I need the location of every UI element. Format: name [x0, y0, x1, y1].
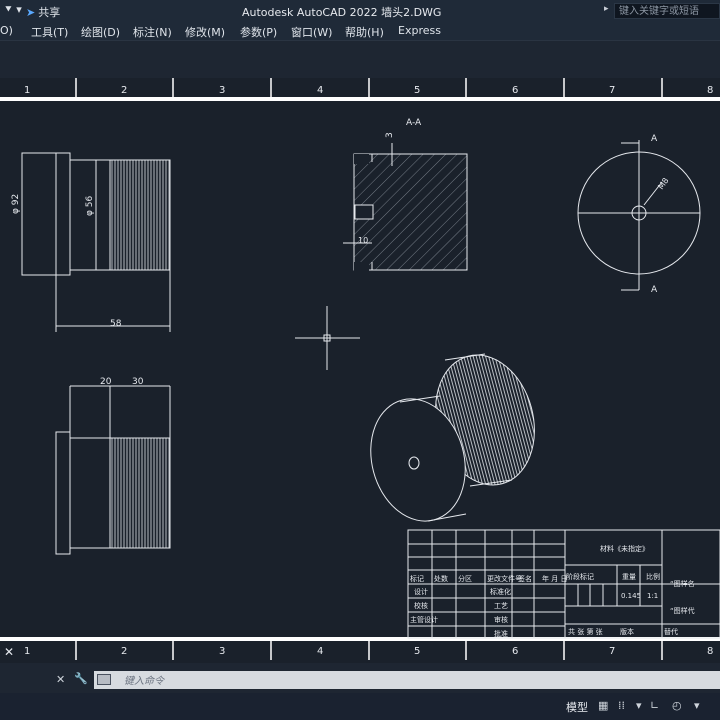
isometric-3d-view — [370, 353, 535, 522]
search-placeholder: 键入关键字或短语 — [619, 6, 699, 17]
command-input[interactable]: 键入命令 — [94, 671, 720, 689]
ruler-label: 6 — [512, 646, 518, 657]
search-expand-icon[interactable]: ▸ — [604, 4, 609, 14]
ortho-icon[interactable]: ∟ — [650, 699, 659, 712]
bottom-ruler: ✕ 1 2 3 4 5 6 7 8 — [0, 637, 720, 660]
ruler-label: 7 — [609, 85, 615, 96]
tb-stage: 阶段标记 — [566, 572, 594, 581]
ruler-label: 2 — [121, 646, 127, 657]
tb-head-file: 更改文件号 — [487, 574, 522, 583]
tb-version: 版本 — [620, 627, 634, 636]
tb-drawing-code: “图样代 — [670, 606, 695, 615]
ruler-label: 7 — [609, 646, 615, 657]
ruler-label: 5 — [414, 85, 420, 96]
section-view — [343, 143, 468, 272]
menu-modify[interactable]: 修改(M) — [185, 24, 225, 40]
ribbon-area — [0, 40, 720, 79]
menu-help[interactable]: 帮助(H) — [345, 24, 384, 40]
model-tab[interactable]: 模型 — [566, 699, 588, 715]
tb-material: 材料《未指定》 — [600, 544, 649, 553]
tb-std: 标准化 — [490, 587, 511, 596]
drawing-canvas[interactable]: 1 2 3 4 5 6 7 8 ✕ 1 2 3 4 5 6 7 8 φ 92 φ… — [0, 78, 720, 663]
menu-draw[interactable]: 绘图(D) — [81, 24, 120, 40]
tb-audit: 审核 — [494, 615, 508, 624]
menu-express[interactable]: Express — [398, 24, 441, 37]
tb-scale: 比例 — [646, 572, 660, 581]
dim-length-20: 20 — [100, 377, 112, 387]
dim-length-30: 30 — [132, 377, 144, 387]
menu-tools[interactable]: 工具(T) — [31, 24, 68, 40]
tb-process: 工艺 — [494, 602, 508, 610]
menu-item[interactable]: O) — [0, 24, 13, 37]
polar-icon[interactable]: ◴ — [672, 699, 682, 712]
command-placeholder: 键入命令 — [124, 676, 164, 687]
dim-diameter-92: φ 92 — [11, 194, 21, 214]
ruler-label: 8 — [707, 646, 713, 657]
dim-section-10: 10 — [358, 236, 368, 245]
front-view-part — [21, 152, 171, 332]
close-icon[interactable]: ✕ — [56, 673, 65, 686]
dim-section-3: 3 — [385, 132, 395, 138]
tb-head-zone: 分区 — [458, 574, 472, 583]
dropdown-icon[interactable]: ▾ — [636, 699, 642, 712]
search-input[interactable]: 键入关键字或短语 — [614, 3, 720, 19]
tb-row-check: 校核 — [414, 601, 428, 610]
command-line: ✕ 🔧 键入命令 — [0, 663, 720, 693]
status-bar: 模型 ▦ ⁞⁞ ▾ ∟ ◴ ▾ — [0, 693, 720, 720]
dim-diameter-56: φ 56 — [85, 195, 95, 216]
wrench-icon[interactable]: 🔧 — [74, 672, 88, 685]
title-bar: ⯆ ▾ ➤ 共享 Autodesk AutoCAD 2022 墙头2.DWG ▸ … — [0, 0, 720, 22]
tb-head-date: 年 月 日 — [542, 574, 567, 583]
tb-drawing-name: “图样名 — [670, 579, 695, 588]
end-view-circle — [577, 140, 701, 291]
tb-weight: 重量 — [622, 573, 636, 581]
ruler-label: 6 — [512, 85, 518, 96]
menu-icon[interactable]: ⯆ ▾ — [4, 3, 22, 17]
dim-thread-m8: M8 — [656, 176, 670, 191]
ruler-label: 5 — [414, 646, 420, 657]
side-view-part — [55, 385, 171, 555]
menu-dimension[interactable]: 标注(N) — [133, 24, 172, 40]
drawing-svg: 1 2 3 4 5 6 7 8 ✕ 1 2 3 4 5 6 7 8 φ 92 φ… — [0, 78, 720, 660]
window-title: Autodesk AutoCAD 2022 墙头2.DWG — [242, 6, 442, 19]
tb-scale-value: 1:1 — [647, 592, 658, 600]
crosshair-cursor — [295, 306, 360, 370]
ruler-label: 3 — [219, 646, 225, 657]
tb-sheet: 共 张 第 张 — [568, 627, 603, 636]
tb-approve: 批准 — [494, 629, 508, 638]
tb-replace: 替代 — [664, 627, 678, 636]
dim-length-58: 58 — [110, 319, 122, 329]
command-history-icon[interactable] — [97, 674, 111, 685]
tb-row-chief: 主管设计 — [410, 615, 438, 624]
top-ruler: 1 2 3 4 5 6 7 8 — [0, 78, 720, 101]
close-icon[interactable]: ✕ — [4, 645, 14, 659]
ruler-label: 8 — [707, 85, 713, 96]
ruler-label: 4 — [317, 646, 323, 657]
tb-weight-value: 0.145 — [621, 592, 641, 600]
snap-icon[interactable]: ⁞⁞ — [618, 699, 625, 712]
tb-row-design: 设计 — [414, 587, 428, 596]
ruler-label: 1 — [24, 646, 30, 657]
menu-parameters[interactable]: 参数(P) — [240, 24, 277, 40]
tb-head-sign: 签名 — [518, 574, 532, 583]
ruler-label: 4 — [317, 85, 323, 96]
tb-head-mark: 标记 — [410, 574, 424, 583]
grid-icon[interactable]: ▦ — [598, 699, 608, 712]
menu-window[interactable]: 窗口(W) — [291, 24, 332, 40]
tb-head-count: 处数 — [434, 574, 448, 583]
section-marker-bottom: A — [651, 285, 658, 295]
ruler-label: 2 — [121, 85, 127, 96]
section-marker-top: A — [651, 134, 658, 144]
ruler-label: 1 — [24, 85, 30, 96]
ruler-label: 3 — [219, 85, 225, 96]
dropdown-icon[interactable]: ▾ — [694, 699, 700, 712]
share-button[interactable]: ➤ 共享 — [26, 4, 60, 20]
section-label: A-A — [406, 118, 422, 128]
menu-bar: O) 工具(T) 绘图(D) 标注(N) 修改(M) 参数(P) 窗口(W) 帮… — [0, 22, 720, 40]
share-label: 共享 — [38, 6, 61, 19]
share-icon: ➤ — [26, 6, 36, 19]
